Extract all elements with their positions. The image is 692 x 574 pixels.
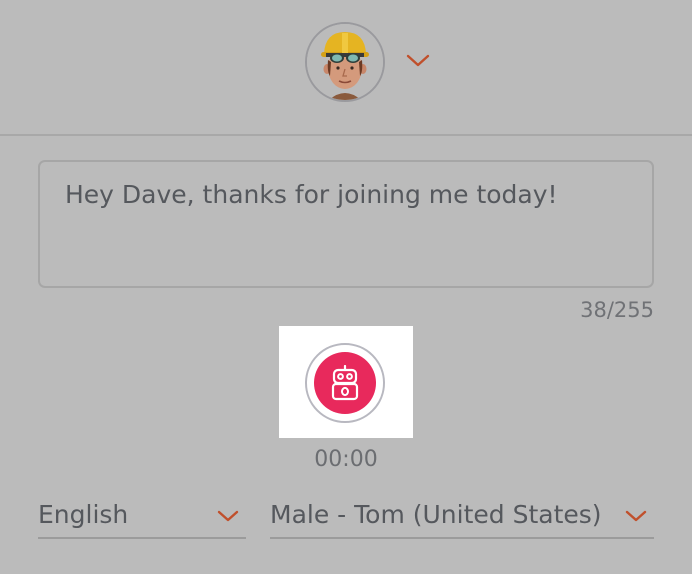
message-text[interactable]: Hey Dave, thanks for joining me today!	[65, 180, 558, 209]
chevron-down-icon	[217, 510, 239, 522]
header-divider	[0, 134, 692, 136]
message-textarea[interactable]: Hey Dave, thanks for joining me today!	[38, 160, 654, 288]
recording-timer: 00:00	[314, 447, 378, 472]
voice-message-panel: Hey Dave, thanks for joining me today! 3…	[0, 0, 692, 574]
voice-select[interactable]: Male - Tom (United States)	[270, 497, 654, 539]
voice-select-value: Male - Tom (United States)	[270, 500, 602, 529]
language-select-value: English	[38, 500, 129, 529]
language-select[interactable]: English	[38, 497, 246, 539]
avatar-dropdown-chevron-icon[interactable]	[405, 53, 431, 69]
robot-icon	[331, 365, 359, 401]
character-counter: 38/255	[580, 298, 654, 322]
chevron-down-icon	[625, 510, 647, 522]
avatar-header	[0, 0, 692, 134]
record-button-fill	[314, 352, 376, 414]
construction-worker-avatar-icon	[307, 24, 383, 100]
record-panel	[279, 326, 413, 438]
record-button[interactable]	[305, 343, 385, 423]
avatar-selector[interactable]	[305, 22, 385, 102]
